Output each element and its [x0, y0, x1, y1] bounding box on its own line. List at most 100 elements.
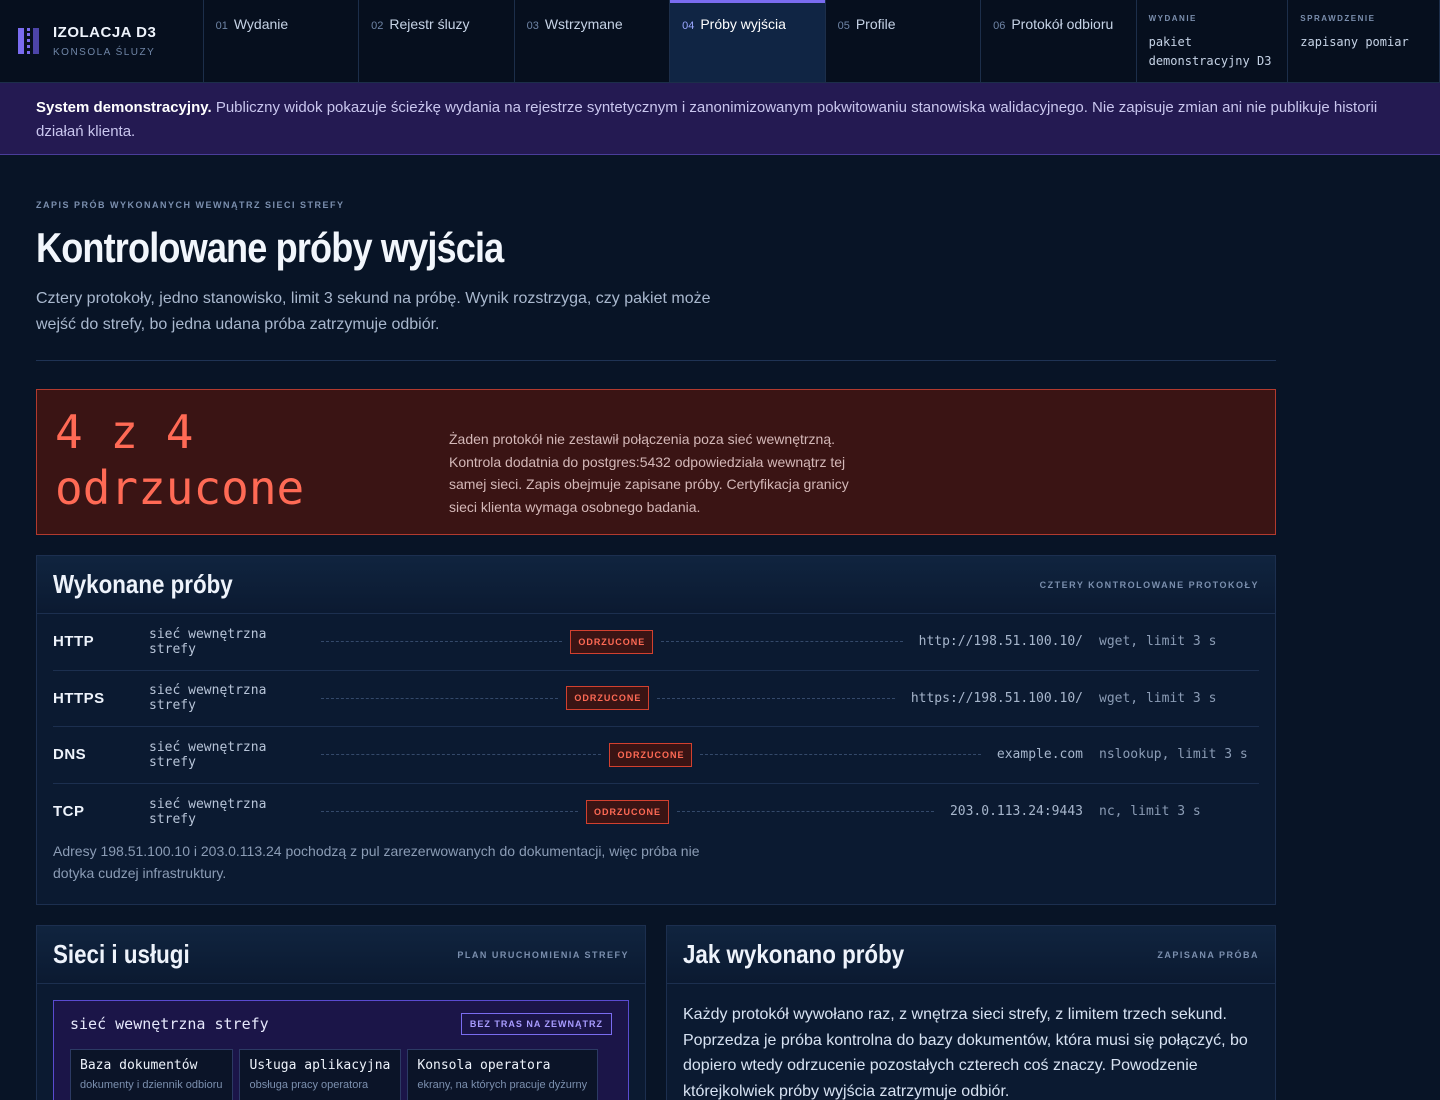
tab-label: Próby wyjścia — [700, 16, 786, 32]
attempt-tool: wget, limit 3 s — [1099, 634, 1217, 650]
tab-number: 05 — [837, 20, 850, 32]
how-text: Każdy protokół wywołano raz, z wnętrza s… — [683, 1006, 1248, 1100]
meta-value: pakiet demonstracyjny D3 — [1148, 35, 1272, 68]
attempts-note: Adresy 198.51.100.10 i 203.0.113.24 poch… — [53, 843, 700, 881]
panel-header: Wykonane próby CZTERY KONTROLOWANE PROTO… — [37, 556, 1275, 614]
attempt-source: sieć wewnętrzna strefy — [149, 739, 267, 770]
tab-number: 02 — [371, 20, 384, 32]
attempt-target: 203.0.113.24:9443 — [949, 804, 1083, 820]
network-name: sieć wewnętrzna strefy — [70, 1015, 269, 1033]
main-content: ZAPIS PRÓB WYKONANYCH WEWNĄTRZ SIECI STR… — [36, 200, 1276, 1100]
meta-label: WYDANIE — [1148, 14, 1197, 23]
tab-proby-wyjscia[interactable]: 04 Próby wyjścia — [670, 0, 826, 82]
service-name: Konsola operatora — [417, 1058, 551, 1073]
path-line — [657, 697, 895, 699]
service-card: Baza dokumentów dokumenty i dziennik odb… — [70, 1049, 234, 1100]
service-desc: obsługa pracy operatora — [249, 1079, 369, 1091]
panel-tag: PLAN URUCHOMIENIA STREFY — [457, 949, 629, 960]
how-panel: Jak wykonano próby ZAPISANA PRÓBA Każdy … — [666, 925, 1276, 1100]
path-line — [661, 641, 903, 643]
attempt-row: HTTPS sieć wewnętrzna strefy ODRZUCONE h… — [53, 671, 1259, 727]
panel-title: Wykonane próby — [53, 569, 233, 599]
tab-number: 03 — [526, 20, 539, 32]
tab-number: 04 — [682, 20, 695, 32]
tab-rejestr-sluzy[interactable]: 02 Rejestr śluzy — [359, 0, 515, 82]
tab-wstrzymane[interactable]: 03 Wstrzymane — [515, 0, 671, 82]
attempt-target: example.com — [996, 747, 1083, 763]
tab-wydanie[interactable]: 01 Wydanie — [204, 0, 360, 82]
brand[interactable]: IZOLACJA D3 KONSOLA ŚLUZY — [0, 0, 204, 82]
attempt-source: sieć wewnętrzna strefy — [149, 626, 267, 657]
verdict-text: Żaden protokół nie zestawił połączenia p… — [449, 431, 849, 515]
banner-strong: System demonstracyjny. — [36, 99, 212, 116]
attempt-tool: wget, limit 3 s — [1099, 690, 1217, 706]
service-desc: ekrany, na których pracuje dyżurny — [417, 1079, 588, 1091]
tab-label: Profile — [855, 16, 896, 32]
attempts-panel: Wykonane próby CZTERY KONTROLOWANE PROTO… — [36, 555, 1276, 905]
attempt-tool: nslookup, limit 3 s — [1099, 747, 1248, 763]
tab-protokol-odbioru[interactable]: 06 Protokół odbioru — [981, 0, 1137, 82]
panel-title: Jak wykonano próby — [683, 939, 905, 969]
top-navigation: IZOLACJA D3 KONSOLA ŚLUZY 01 Wydanie 02 Re… — [0, 0, 1440, 83]
attempt-list: HTTP sieć wewnętrzna strefy ODRZUCONE ht… — [37, 614, 1275, 840]
network-badge: BEZ TRAS NA ZEWNĄTRZ — [460, 1013, 612, 1035]
lower-panels: Sieci i usługi PLAN URUCHOMIENIA STREFY … — [36, 925, 1276, 1100]
service-name: Usługa aplikacyjna — [249, 1058, 391, 1073]
tab-label: Wydanie — [233, 16, 289, 32]
networks-panel: Sieci i usługi PLAN URUCHOMIENIA STREFY … — [36, 925, 646, 1100]
attempt-protocol: DNS — [53, 746, 87, 764]
tab-label: Wstrzymane — [544, 16, 623, 32]
internal-network-box: sieć wewnętrzna strefy BEZ TRAS NA ZEWNĄ… — [53, 1000, 629, 1100]
attempt-tool: nc, limit 3 s — [1099, 804, 1201, 820]
panel-tag: ZAPISANA PRÓBA — [1157, 949, 1259, 960]
path-line — [676, 811, 934, 813]
attempt-protocol: HTTP — [53, 633, 95, 651]
page-lead: Cztery protokoły, jedno stanowisko, limi… — [36, 290, 711, 333]
panel-tag: CZTERY KONTROLOWANE PROTOKOŁY — [1039, 579, 1259, 590]
status-badge: ODRZUCONE — [570, 629, 654, 654]
path-line — [700, 754, 981, 756]
panel-header: Jak wykonano próby ZAPISANA PRÓBA — [667, 926, 1275, 984]
verdict-headline: 4 z 4 odrzucone — [55, 405, 305, 515]
tab-label: Rejestr śluzy — [389, 16, 470, 32]
meta-check: SPRAWDZENIE zapisany pomiar — [1288, 0, 1440, 82]
panel-header: Sieci i usługi PLAN URUCHOMIENIA STREFY — [37, 926, 645, 984]
service-list: Baza dokumentów dokumenty i dziennik odb… — [70, 1049, 612, 1100]
attempt-row: DNS sieć wewnętrzna strefy ODRZUCONE exa… — [53, 727, 1259, 784]
demo-banner: System demonstracyjny. Publiczny widok p… — [0, 83, 1440, 155]
path-line — [321, 811, 578, 813]
service-desc: dokumenty i dziennik odbioru — [80, 1079, 223, 1091]
attempt-row: HTTP sieć wewnętrzna strefy ODRZUCONE ht… — [53, 614, 1259, 671]
status-badge: ODRZUCONE — [585, 799, 669, 824]
path-line — [321, 754, 602, 756]
page-eyebrow: ZAPIS PRÓB WYKONANYCH WEWNĄTRZ SIECI STR… — [36, 200, 345, 210]
attempt-source: sieć wewnętrzna strefy — [149, 683, 267, 714]
tab-label: Protokół odbioru — [1011, 16, 1114, 32]
brand-title: IZOLACJA D3 — [53, 24, 157, 41]
service-card: Usługa aplikacyjna obsługa pracy operato… — [239, 1049, 402, 1100]
service-name: Baza dokumentów — [80, 1058, 198, 1073]
main-tabs: 01 Wydanie 02 Rejestr śluzy 03 Wstrzymane 0… — [204, 0, 1137, 82]
banner-text: Publiczny widok pokazuje ścieżkę wydania… — [36, 99, 1378, 140]
attempt-source: sieć wewnętrzna strefy — [149, 796, 267, 827]
gate-logo-icon — [18, 28, 40, 54]
attempt-protocol: TCP — [53, 803, 85, 821]
divider — [36, 360, 1276, 361]
path-line — [321, 641, 563, 643]
path-line — [321, 697, 559, 699]
tab-number: 06 — [993, 20, 1006, 32]
meta-value: zapisany pomiar — [1300, 35, 1409, 49]
attempt-target: http://198.51.100.10/ — [918, 634, 1083, 650]
verdict-box: 4 z 4 odrzucone Żaden protokół nie zesta… — [36, 389, 1276, 535]
attempt-row: TCP sieć wewnętrzna strefy ODRZUCONE 203… — [53, 784, 1259, 841]
page-title: Kontrolowane próby wyjścia — [36, 224, 504, 271]
status-badge: ODRZUCONE — [609, 742, 693, 767]
service-card: Konsola operatora ekrany, na których pra… — [407, 1049, 599, 1100]
status-badge: ODRZUCONE — [566, 686, 650, 711]
tab-number: 01 — [215, 20, 228, 32]
tab-profile[interactable]: 05 Profile — [826, 0, 982, 82]
attempt-protocol: HTTPS — [53, 689, 105, 707]
panel-title: Sieci i usługi — [53, 939, 190, 969]
attempt-target: https://198.51.100.10/ — [910, 690, 1083, 706]
meta-release: WYDANIE pakiet demonstracyjny D3 — [1137, 0, 1289, 82]
